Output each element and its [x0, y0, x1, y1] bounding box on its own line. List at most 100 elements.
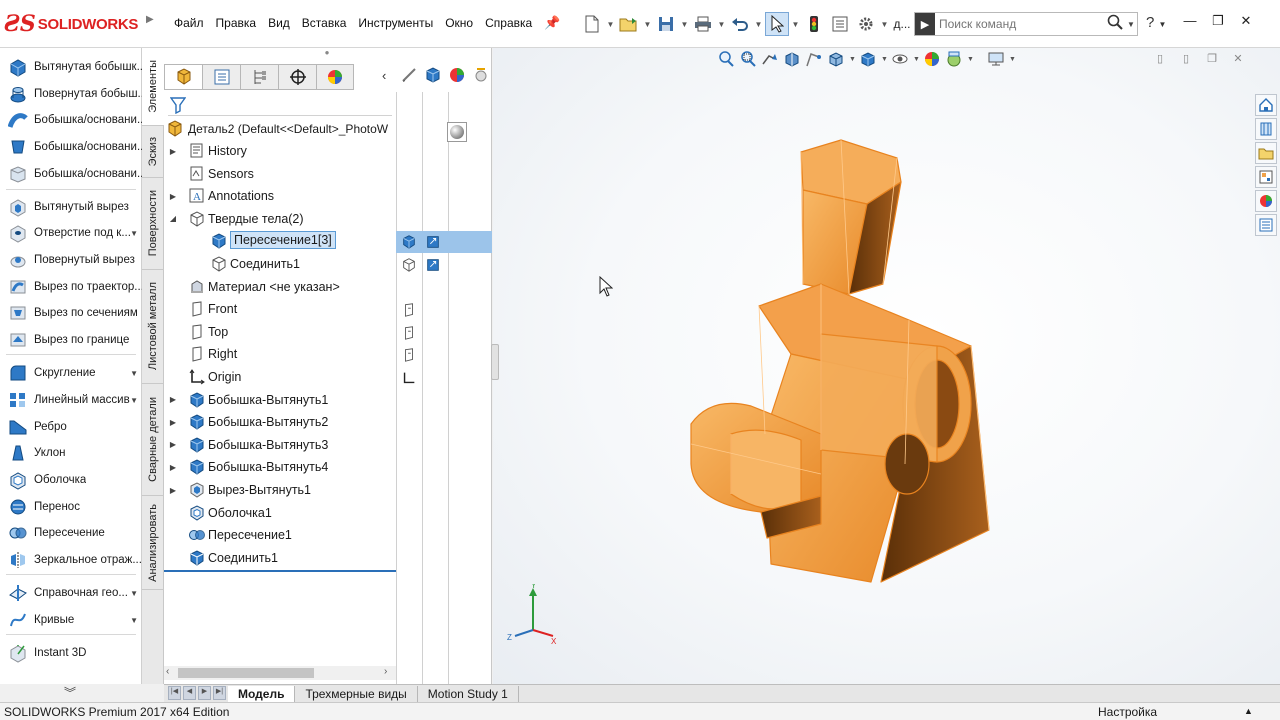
command-boundary-cut[interactable]: Вырез по границе — [0, 327, 142, 353]
command-curves[interactable]: Кривые ▼ — [0, 607, 142, 633]
previous-view-icon[interactable] — [761, 50, 779, 68]
file-explorer-icon[interactable] — [1255, 142, 1277, 164]
design-library-icon[interactable] — [1255, 118, 1277, 140]
command-instant3d[interactable]: Instant 3D — [0, 640, 142, 666]
tab-property-manager[interactable] — [202, 64, 240, 90]
command-swept-cut[interactable]: Вырез по траектор... — [0, 274, 142, 300]
expand-arrow-icon[interactable]: ▶ — [168, 463, 178, 472]
apply-scene-dropdown-icon[interactable]: ▼ — [967, 56, 974, 63]
custom-properties-icon[interactable] — [1255, 214, 1277, 236]
appearance-swatch[interactable] — [447, 122, 467, 142]
menu-item-4[interactable]: Инструменты — [352, 16, 439, 30]
scroll-thumb[interactable] — [178, 668, 314, 678]
hide-show-dropdown-icon[interactable]: ▼ — [913, 56, 920, 63]
dynamic-annotation-icon[interactable] — [805, 50, 823, 68]
tree-item[interactable]: ▶ Бобышка-Вытянуть1 — [164, 389, 396, 411]
plane-icon[interactable] — [401, 347, 417, 366]
3d-model-viewport-render[interactable] — [671, 134, 1011, 594]
expand-arrow-icon[interactable]: ▶ — [168, 486, 178, 495]
body-visibility-icon[interactable] — [425, 234, 441, 253]
scroll-right-icon[interactable]: › — [384, 666, 387, 677]
menu-item-6[interactable]: Справка — [479, 16, 538, 30]
restore-icon[interactable]: ❐ — [1208, 13, 1228, 33]
command-intersect[interactable]: Пересечение — [0, 520, 142, 546]
hide-show-icon[interactable] — [400, 66, 420, 86]
edit-appearance-icon[interactable] — [923, 50, 941, 68]
tree-item[interactable]: Front — [164, 298, 396, 320]
appearances-scenes-icon[interactable] — [1255, 190, 1277, 212]
command-linear-pattern[interactable]: Линейный массив ▼ — [0, 387, 142, 413]
open-dropdown-icon[interactable]: ▼ — [643, 20, 652, 29]
command-wrap[interactable]: Перенос — [0, 494, 142, 520]
tree-item[interactable]: Соединить1 — [164, 253, 396, 275]
section-view-icon[interactable] — [783, 50, 801, 68]
new-document-button[interactable] — [580, 12, 604, 36]
select-button[interactable] — [765, 12, 789, 36]
expand-arrow-icon[interactable]: ▶ — [168, 147, 178, 156]
command-lofted-cut[interactable]: Вырез по сечениям — [0, 300, 142, 326]
appearance-icon[interactable] — [448, 66, 468, 86]
display-style-icon[interactable] — [859, 50, 877, 68]
tree-column-row[interactable] — [396, 299, 492, 321]
save-button[interactable] — [654, 12, 678, 36]
tab-4[interactable]: Сварные детали — [142, 384, 164, 496]
tree-item[interactable]: Right — [164, 343, 396, 365]
minimize-icon[interactable]: — — [1180, 13, 1200, 33]
display-style-dropdown-icon[interactable]: ▼ — [881, 56, 888, 63]
command-search-input[interactable] — [935, 17, 1105, 31]
tab-dimxpert-manager[interactable] — [278, 64, 316, 90]
menu-item-3[interactable]: Вставка — [296, 16, 353, 30]
body-visibility-icon[interactable] — [425, 257, 441, 276]
first-tab-icon[interactable]: |◀ — [168, 685, 181, 700]
tree-item[interactable]: Материал <не указан> — [164, 276, 396, 298]
command-dropdown-icon[interactable]: ▼ — [130, 369, 138, 378]
body-display-icon[interactable] — [401, 257, 417, 276]
undo-button[interactable] — [728, 12, 752, 36]
origin-icon[interactable] — [401, 370, 417, 389]
tree-item[interactable]: ▶ Вырез-Вытянуть1 — [164, 479, 396, 501]
save-dropdown-icon[interactable]: ▼ — [680, 20, 689, 29]
bottom-tab-0[interactable]: Модель — [228, 685, 296, 702]
view-orientation-icon[interactable] — [827, 50, 845, 68]
collapse-arrow-icon[interactable]: ◢ — [168, 214, 178, 223]
search-scope-icon[interactable]: ▶ — [915, 13, 935, 35]
select-dropdown-icon[interactable]: ▼ — [791, 20, 800, 29]
horizontal-scrollbar[interactable]: ‹ › — [164, 666, 396, 680]
options-dropdown-icon[interactable]: ▼ — [880, 20, 889, 29]
command-dropdown-icon[interactable]: ▼ — [130, 616, 138, 625]
tree-item[interactable]: Top — [164, 321, 396, 343]
options-gear-icon[interactable] — [854, 12, 878, 36]
command-fillet[interactable]: Скругление ▼ — [0, 360, 142, 386]
graphics-area[interactable]: ▼ ▼ ▼ ▼ ▼ ▯ ▯ ❐ ✕ Y X Z — [491, 48, 1280, 684]
tab-5[interactable]: Анализировать — [142, 496, 164, 590]
command-swept-boss[interactable]: Бобышка/основани... — [0, 107, 142, 133]
viewport-tile-icon[interactable]: ▯ — [1179, 52, 1193, 66]
command-search[interactable]: ▶ ▼ — [914, 12, 1138, 36]
tree-column-row[interactable] — [396, 231, 492, 254]
panel-grip-icon[interactable]: ● — [322, 48, 332, 57]
tab-1[interactable]: Эскиз — [142, 126, 164, 178]
command-rib[interactable]: Ребро — [0, 414, 142, 440]
command-hole-wizard[interactable]: Отверстие под к... ▼ — [0, 220, 142, 246]
body-display-icon[interactable] — [401, 234, 417, 253]
plane-icon[interactable] — [401, 302, 417, 321]
solidworks-resources-icon[interactable] — [1255, 94, 1277, 116]
tree-item[interactable]: Пересечение1 — [164, 524, 396, 546]
tree-item[interactable]: Соединить1 — [164, 547, 396, 569]
viewport-restore-icon[interactable]: ❐ — [1205, 52, 1219, 66]
command-revolved-boss[interactable]: Повернутая бобыш... — [0, 81, 142, 107]
tree-item[interactable]: Оболочка1 — [164, 502, 396, 524]
tab-configuration-manager[interactable] — [240, 64, 278, 90]
help-icon[interactable]: ? ▼ — [1146, 14, 1166, 31]
command-dropdown-icon[interactable]: ▼ — [130, 396, 138, 405]
zoom-to-fit-icon[interactable] — [717, 50, 735, 68]
tree-item[interactable]: ▶ Бобышка-Вытянуть2 — [164, 411, 396, 433]
filter-icon[interactable] — [170, 96, 186, 114]
tree-column-row[interactable] — [396, 344, 492, 366]
pin-menu-icon[interactable]: 📌 — [544, 15, 560, 31]
tree-column-row[interactable] — [396, 254, 492, 276]
last-tab-icon[interactable]: ▶| — [213, 685, 226, 700]
tab-feature-manager[interactable] — [164, 64, 202, 90]
tree-item[interactable]: Пересечение1[3] — [164, 230, 396, 252]
command-mirror[interactable]: Зеркальное отраж... — [0, 547, 142, 573]
